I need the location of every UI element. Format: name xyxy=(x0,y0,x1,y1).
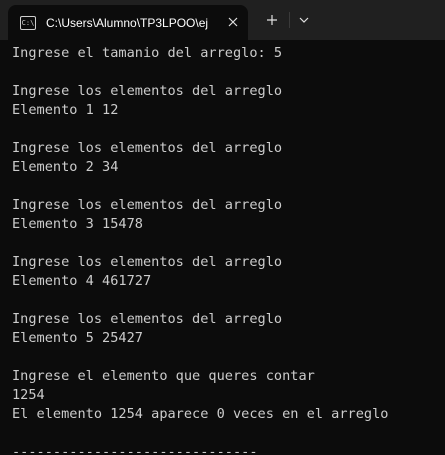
console-line: Ingrese los elementos del arreglo xyxy=(12,311,283,327)
tab-title: C:\Users\Alumno\TP3LPOO\ej xyxy=(46,15,209,30)
console-line: Ingrese los elementos del arreglo xyxy=(12,83,283,99)
console-line: El elemento 1254 aparece 0 veces en el a… xyxy=(12,406,389,422)
title-bar: C:\ C:\Users\Alumno\TP3LPOO\ej xyxy=(0,0,445,40)
console-line: ------------------------------ xyxy=(12,444,258,455)
console-output[interactable]: Ingrese el tamanio del arreglo: 5 Ingrese… xyxy=(12,44,445,455)
chevron-down-icon[interactable] xyxy=(291,8,317,32)
console-line: Ingrese el elemento que queres contar xyxy=(12,368,315,384)
tab-terminal[interactable]: C:\ C:\Users\Alumno\TP3LPOO\ej xyxy=(8,5,248,40)
new-tab-icon[interactable] xyxy=(259,8,285,32)
console-line: Ingrese el tamanio del arreglo: 5 xyxy=(12,45,283,61)
console-line: Ingrese los elementos del arreglo xyxy=(12,197,283,213)
console-line: Ingrese los elementos del arreglo xyxy=(12,254,283,270)
console-line: 1254 xyxy=(12,387,45,403)
console-line: Elemento 3 15478 xyxy=(12,216,143,232)
console-line: Ingrese los elementos del arreglo xyxy=(12,140,283,156)
titlebar-divider xyxy=(289,12,290,28)
terminal-window: C:\ C:\Users\Alumno\TP3LPOO\ej Ingrese e… xyxy=(0,0,445,455)
console-line: Elemento 2 34 xyxy=(12,159,119,175)
console-line: Elemento 4 461727 xyxy=(12,273,152,289)
terminal-icon: C:\ xyxy=(20,15,36,30)
console-line: Elemento 1 12 xyxy=(12,102,119,118)
console-line: Elemento 5 25427 xyxy=(12,330,143,346)
close-tab-icon[interactable] xyxy=(224,13,242,31)
